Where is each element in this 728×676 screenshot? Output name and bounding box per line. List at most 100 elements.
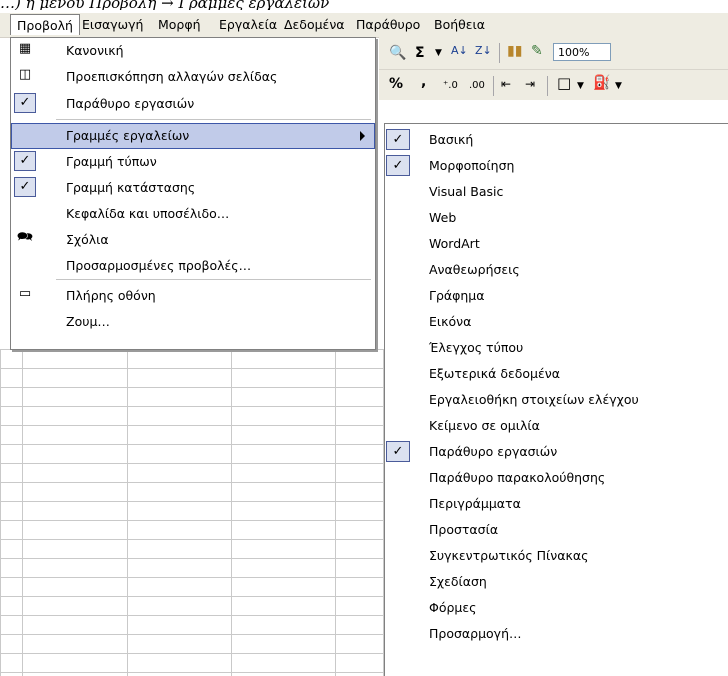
view-menu-item[interactable]: ▭ Πλήρης οθόνη xyxy=(11,283,375,309)
toolbar-toggle-label: Βασική xyxy=(429,132,474,147)
toolbar-toggle-item[interactable]: Εξωτερικά δεδομένα xyxy=(385,362,728,386)
toolbar-toggle-label: Παράθυρο εργασιών xyxy=(429,444,558,459)
toolbar-toggle-label: Γράφημα xyxy=(429,288,485,303)
toolbar-toggle-item[interactable]: ✓ Μορφοποίηση xyxy=(385,154,728,178)
comments-icon: 🗪 xyxy=(16,230,34,245)
view-menu-item[interactable]: Προσαρμοσμένες προβολές… xyxy=(11,253,375,279)
menu-data[interactable]: Δεδομένα xyxy=(284,17,345,32)
toolbar-toggle-label: Μορφοποίηση xyxy=(429,158,515,173)
toolbar-toggle-item[interactable]: Παράθυρο παρακολούθησης xyxy=(385,466,728,490)
view-menu-item-label: Σχόλια xyxy=(66,232,109,247)
toolbar-toggle-item[interactable]: WordArt xyxy=(385,232,728,256)
toolbar-toggle-label: Σχεδίαση xyxy=(429,574,487,589)
full-screen-icon: ▭ xyxy=(18,286,32,301)
caption-text: …) ή μενού Προβολή → Γραμμές εργαλείων xyxy=(0,0,330,10)
normal-view-icon: ▦ xyxy=(18,41,32,56)
column-divider xyxy=(127,349,128,676)
toolbar-toggle-label: Περιγράμματα xyxy=(429,496,521,511)
toolbar-toggle-label: Έλεγχος τύπου xyxy=(429,340,524,355)
toolbar-toggle-label: Εξωτερικά δεδομένα xyxy=(429,366,560,381)
worksheet-grid[interactable] xyxy=(0,349,384,676)
menu-format[interactable]: Μορφή xyxy=(158,17,201,32)
view-menu-item-label: Κεφαλίδα και υποσέλιδο… xyxy=(66,206,230,221)
view-menu-item-label: Γραμμή τύπων xyxy=(66,154,157,169)
view-menu-item[interactable]: 🗪 Σχόλια xyxy=(11,227,375,253)
toolbar-toggle-label: Visual Basic xyxy=(429,184,504,199)
column-divider xyxy=(22,349,23,676)
check-icon: ✓ xyxy=(14,151,36,171)
toolbar-toggle-item[interactable]: Σχεδίαση xyxy=(385,570,728,594)
toolbar-toggle-label: Φόρμες xyxy=(429,600,477,615)
submenu-arrow-icon xyxy=(360,131,365,141)
drawing-icon[interactable]: ✎ xyxy=(531,43,543,59)
formatting-toolbar: % , ⁺.0 .00 ⇤ ⇥ □ ▼ ⛽ ▼ xyxy=(379,70,728,100)
percent-style-icon[interactable]: % xyxy=(389,76,403,92)
research-icon[interactable]: 🔍 xyxy=(389,45,406,61)
view-menu-item[interactable]: ✓ Παράθυρο εργασιών xyxy=(11,91,375,117)
fill-color-icon[interactable]: ⛽ xyxy=(593,75,610,91)
toolbar-toggle-item[interactable]: Προσαρμογή… xyxy=(385,622,728,646)
sort-descending-icon[interactable]: Z↓ xyxy=(475,43,492,59)
toolbar-toggle-label: Web xyxy=(429,210,457,225)
menu-insert[interactable]: Εισαγωγή xyxy=(82,17,143,32)
toolbar-toggle-item[interactable]: Web xyxy=(385,206,728,230)
toolbar-toggle-item[interactable]: Εικόνα xyxy=(385,310,728,334)
view-menu-item[interactable]: ✓ Γραμμή κατάστασης xyxy=(11,175,375,201)
decrease-indent-icon[interactable]: ⇤ xyxy=(501,76,511,92)
dropdown-arrow-icon[interactable]: ▼ xyxy=(435,45,442,61)
increase-decimal-icon[interactable]: ⁺.0 xyxy=(443,78,458,94)
view-menu-item-label: Πλήρης οθόνη xyxy=(66,288,156,303)
toolbar-toggle-item[interactable]: Αναθεωρήσεις xyxy=(385,258,728,282)
check-icon: ✓ xyxy=(386,129,410,150)
menu-tools[interactable]: Εργαλεία xyxy=(219,17,277,32)
toolbar-toggle-label: Συγκεντρωτικός Πίνακας xyxy=(429,548,589,563)
increase-indent-icon[interactable]: ⇥ xyxy=(525,76,535,92)
toolbar-toggle-item[interactable]: Visual Basic xyxy=(385,180,728,204)
view-menu-item-label: Παράθυρο εργασιών xyxy=(66,96,195,111)
toolbar-toggle-item[interactable]: Συγκεντρωτικός Πίνακας xyxy=(385,544,728,568)
toolbar-toggle-item[interactable]: ✓ Παράθυρο εργασιών xyxy=(385,440,728,464)
menu-help[interactable]: Βοήθεια xyxy=(434,17,485,32)
column-divider xyxy=(335,349,336,676)
toolbar-toggle-item[interactable]: Προστασία xyxy=(385,518,728,542)
menu-view[interactable]: Προβολή xyxy=(10,14,80,35)
chart-wizard-icon[interactable]: ▮▮ xyxy=(507,43,522,59)
column-divider xyxy=(231,349,232,676)
toolbar-toggle-item[interactable]: Φόρμες xyxy=(385,596,728,620)
view-menu-item[interactable]: Γραμμές εργαλείων xyxy=(11,123,375,149)
toolbar-toggle-item[interactable]: Εργαλειοθήκη στοιχείων ελέγχου xyxy=(385,388,728,412)
view-menu-item-label: Ζουμ… xyxy=(66,314,110,329)
view-menu-item[interactable]: Ζουμ… xyxy=(11,309,375,335)
toolbar-toggle-item[interactable]: Κείμενο σε ομιλία xyxy=(385,414,728,438)
view-menu-item-label: Προεπισκόπηση αλλαγών σελίδας xyxy=(66,69,278,84)
toolbar-toggle-item[interactable]: ✓ Βασική xyxy=(385,128,728,152)
toolbar-toggle-item[interactable]: Περιγράμματα xyxy=(385,492,728,516)
view-menu-item[interactable]: Κεφαλίδα και υποσέλιδο… xyxy=(11,201,375,227)
view-menu-item[interactable]: ✓ Γραμμή τύπων xyxy=(11,149,375,175)
menu-window[interactable]: Παράθυρο xyxy=(356,17,420,32)
comma-style-icon[interactable]: , xyxy=(421,74,426,90)
toolbar-toggle-item[interactable]: Έλεγχος τύπου xyxy=(385,336,728,360)
toolbar-toggle-item[interactable]: Γράφημα xyxy=(385,284,728,308)
autosum-icon[interactable]: Σ xyxy=(415,45,425,61)
sort-ascending-icon[interactable]: A↓ xyxy=(451,43,468,59)
dropdown-arrow-icon[interactable]: ▼ xyxy=(577,78,584,94)
check-icon: ✓ xyxy=(14,93,36,113)
page-break-preview-icon: ◫ xyxy=(18,67,32,82)
toolbars-submenu: ✓ Βασική ✓ Μορφοποίηση Visual Basic Web WordAr… xyxy=(384,123,728,676)
check-icon: ✓ xyxy=(386,441,410,462)
view-menu-item[interactable]: ▦ Κανονική xyxy=(11,38,375,64)
dropdown-arrow-icon[interactable]: ▼ xyxy=(615,78,622,94)
toolbar-toggle-label: WordArt xyxy=(429,236,480,251)
toolbar-toggle-label: Εργαλειοθήκη στοιχείων ελέγχου xyxy=(429,392,639,407)
view-menu-item-label: Κανονική xyxy=(66,43,124,58)
toolbar-toggle-label: Προστασία xyxy=(429,522,499,537)
toolbar-toggle-label: Εικόνα xyxy=(429,314,472,329)
decrease-decimal-icon[interactable]: .00 xyxy=(469,78,485,94)
borders-icon[interactable]: □ xyxy=(557,75,571,91)
view-menu-item-label: Προσαρμοσμένες προβολές… xyxy=(66,258,252,273)
view-menu-item[interactable]: ◫ Προεπισκόπηση αλλαγών σελίδας xyxy=(11,64,375,90)
zoom-box[interactable]: 100% xyxy=(553,43,611,61)
view-menu-item-label: Γραμμές εργαλείων xyxy=(66,128,190,143)
standard-toolbar: 🔍 Σ ▼ A↓ Z↓ ▮▮ ✎ 100% xyxy=(379,37,728,70)
